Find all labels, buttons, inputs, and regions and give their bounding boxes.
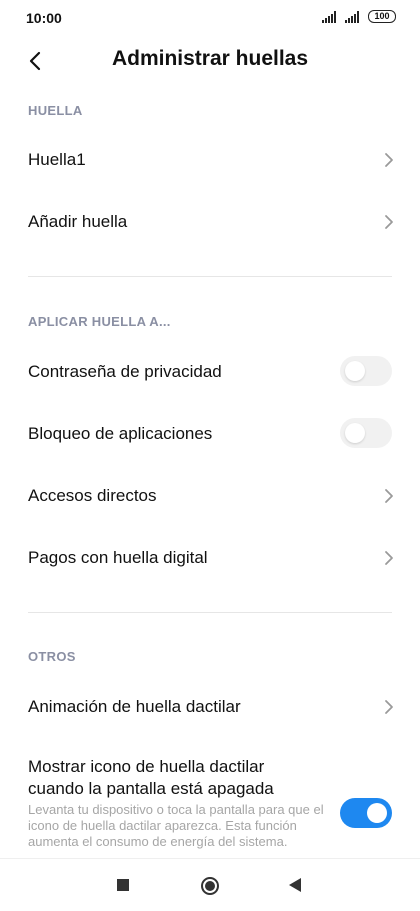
list-item-label: Accesos directos [28,486,157,505]
chevron-right-icon [385,551,393,565]
page-title: Administrar huellas [111,47,309,70]
recents-square-icon[interactable] [116,878,130,892]
toggle-knob [345,423,365,443]
list-item-contrasena-privacidad[interactable]: Contraseña de privacidad [0,341,420,401]
chevron-right-icon [385,700,393,714]
chevron-right-icon [385,489,393,503]
navigation-bar [0,858,420,911]
status-bar: 10:00 100 [0,0,420,36]
divider [28,276,392,277]
section-header-aplicar: APLICAR HUELLA A... [28,314,171,329]
list-item-label: Pagos con huella digital [28,548,208,567]
chevron-right-icon [385,215,393,229]
signal-icon [345,10,359,23]
list-item-mostrar-icono[interactable]: Mostrar icono de huella dactilar cuando … [0,748,420,858]
status-icons: 100 [322,10,396,23]
list-item-label-line1: Mostrar icono de huella dactilar [28,757,265,776]
battery-icon: 100 [368,10,396,23]
signal-icon [322,10,336,23]
list-item-label: Animación de huella dactilar [28,697,241,716]
header: Administrar huellas [0,36,420,84]
app-lock-toggle[interactable] [340,418,392,448]
list-item-description: Levanta tu dispositivo o toca la pantall… [28,802,324,849]
show-fingerprint-icon-toggle[interactable] [340,798,392,828]
list-item-pagos-huella[interactable]: Pagos con huella digital [0,527,420,587]
toggle-knob [367,803,387,823]
section-header-huella: HUELLA [28,103,83,118]
list-item-anadir-huella[interactable]: Añadir huella [0,192,420,252]
chevron-right-icon [385,153,393,167]
home-circle-icon[interactable] [200,876,220,896]
list-item-accesos-directos[interactable]: Accesos directos [0,465,420,525]
list-item-bloqueo-aplicaciones[interactable]: Bloqueo de aplicaciones [0,403,420,463]
section-header-otros: OTROS [28,649,76,664]
privacy-password-toggle[interactable] [340,356,392,386]
list-item-label: Huella1 [28,150,86,169]
list-item-huella1[interactable]: Huella1 [0,130,420,190]
list-item-label: Contraseña de privacidad [28,362,222,381]
status-time: 10:00 [26,10,62,26]
back-triangle-icon[interactable] [288,877,302,893]
list-item-label-line2: cuando la pantalla está apagada [28,779,274,798]
list-item-animacion-huella[interactable]: Animación de huella dactilar [0,676,420,736]
divider [28,612,392,613]
list-item-label: Bloqueo de aplicaciones [28,424,213,443]
toggle-knob [345,361,365,381]
list-item-label: Añadir huella [28,212,128,231]
